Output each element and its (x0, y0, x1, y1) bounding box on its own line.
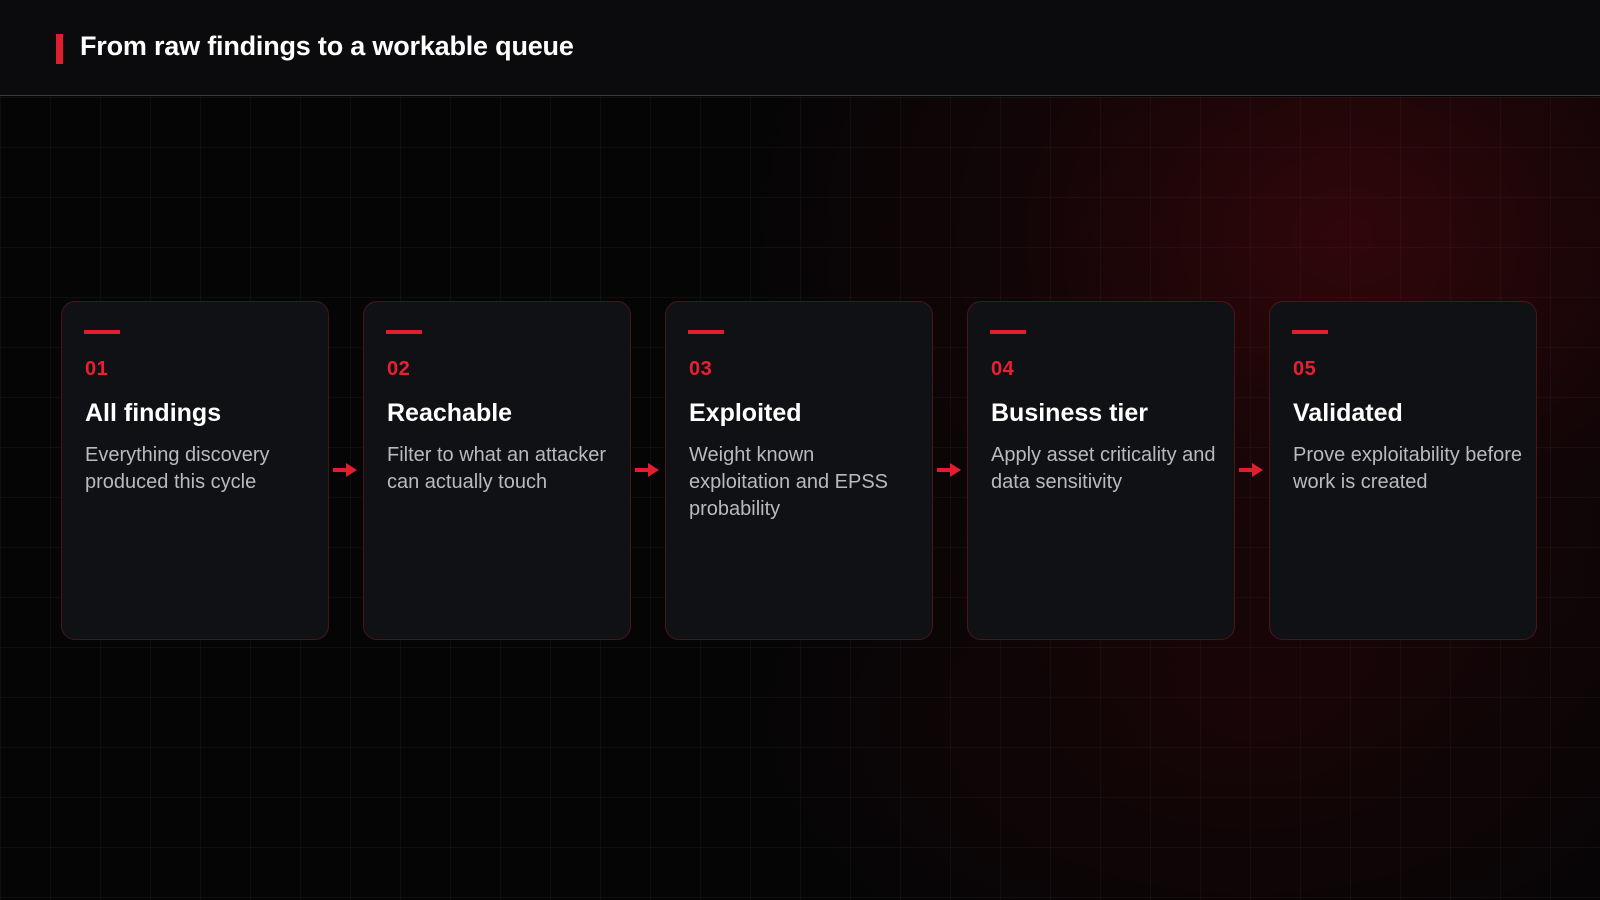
card-accent-bar (386, 330, 422, 334)
step-title: Reachable (387, 399, 513, 427)
card-accent-bar (688, 330, 724, 334)
step-title: All findings (85, 399, 222, 427)
arrow-right-icon (937, 463, 961, 477)
step-title: Exploited (689, 399, 802, 427)
arrow-right-icon (333, 463, 357, 477)
step-number: 01 (85, 358, 109, 380)
step-card-2: 02 Reachable Filter to what an attacker … (363, 301, 631, 640)
step-number: 05 (1293, 358, 1317, 380)
step-description: Filter to what an attacker can actually … (387, 444, 606, 493)
step-title: Validated (1293, 399, 1403, 427)
step-card-3: 03 Exploited Weight known exploitation a… (665, 301, 933, 640)
step-number: 04 (991, 358, 1015, 380)
step-card-4: 04 Business tier Apply asset criticality… (967, 301, 1235, 640)
header-bar: From raw findings to a workable queue (0, 0, 1600, 96)
step-description: Apply asset criticality and data sensiti… (991, 444, 1216, 493)
step-number: 03 (689, 358, 713, 380)
page-title: From raw findings to a workable queue (80, 31, 574, 61)
step-number: 02 (387, 358, 411, 380)
step-title: Business tier (991, 399, 1149, 427)
arrow-right-icon (635, 463, 659, 477)
step-description: Prove exploitability before work is crea… (1293, 444, 1523, 493)
card-accent-bar (1292, 330, 1328, 334)
step-card-1: 01 All findings Everything discovery pro… (61, 301, 329, 640)
card-accent-bar (84, 330, 120, 334)
arrow-right-icon (1239, 463, 1263, 477)
step-description: Everything discovery produced this cycle (85, 444, 270, 493)
step-card-5: 05 Validated Prove exploitability before… (1269, 301, 1537, 640)
title-accent-bar (56, 34, 63, 64)
card-accent-bar (990, 330, 1026, 334)
step-description: Weight known exploitation and EPSS proba… (689, 444, 889, 520)
